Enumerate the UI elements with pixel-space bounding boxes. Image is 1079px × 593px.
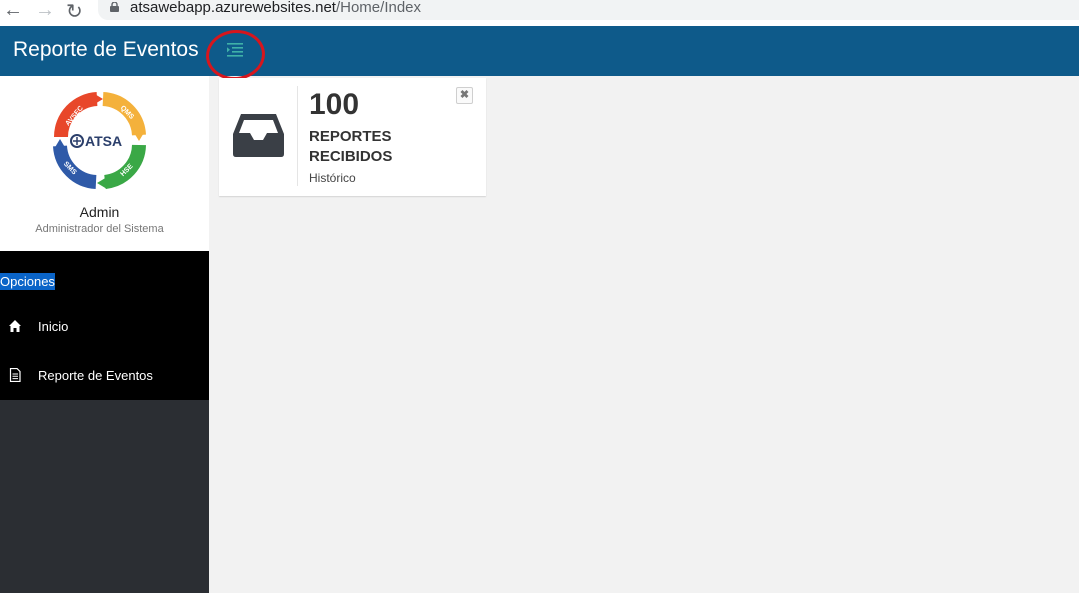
browser-toolbar: ← → ↻ atsawebapp.azurewebsites.net/Home/… <box>0 0 1079 26</box>
url-text: atsawebapp.azurewebsites.net/Home/Index <box>130 0 421 16</box>
menu-header: Opciones <box>0 273 55 290</box>
back-arrow-icon[interactable]: ← <box>3 0 23 22</box>
app-header: Reporte de Eventos <box>0 26 1079 83</box>
url-domain: atsawebapp.azurewebsites.net <box>130 0 336 16</box>
info-subtext: Histórico <box>309 171 356 185</box>
close-button[interactable]: ✖ <box>456 87 473 104</box>
home-icon <box>9 320 21 332</box>
sidebar-item-reporte-eventos[interactable]: Reporte de Eventos <box>0 358 209 394</box>
sidebar: ATSA AVSEC QMS HSE SMS Admin Administrad… <box>0 76 209 593</box>
sidebar-item-label: Inicio <box>38 319 69 334</box>
profile-name: Admin <box>79 204 120 220</box>
annotation-circle <box>203 27 268 83</box>
info-box-reports: 100 REPORTES RECIBIDOS Histórico ✖ <box>219 78 486 196</box>
info-number: 100 <box>309 88 360 121</box>
sidebar-menu: Opciones Inicio Reporte de Eventos <box>0 251 209 400</box>
reload-icon[interactable]: ↻ <box>66 0 83 24</box>
sidebar-item-label: Reporte de Eventos <box>38 368 153 383</box>
lock-icon <box>110 2 119 12</box>
profile-panel: ATSA AVSEC QMS HSE SMS Admin Administrad… <box>0 76 209 251</box>
info-text: REPORTES RECIBIDOS <box>309 128 393 165</box>
app-title[interactable]: Reporte de Eventos <box>13 38 199 62</box>
url-path: /Home/Index <box>335 0 422 16</box>
atsa-logo: ATSA AVSEC QMS HSE SMS <box>53 92 146 189</box>
logo-center-text: ATSA <box>85 133 122 149</box>
sidebar-item-inicio[interactable]: Inicio <box>0 309 209 345</box>
info-divider <box>297 86 298 186</box>
forward-arrow-icon[interactable]: → <box>35 0 55 22</box>
address-bar[interactable]: atsawebapp.azurewebsites.net/Home/Index <box>98 0 1079 20</box>
profile-role: Administrador del Sistema <box>35 223 164 235</box>
document-icon <box>9 368 21 382</box>
inbox-icon <box>233 114 284 157</box>
